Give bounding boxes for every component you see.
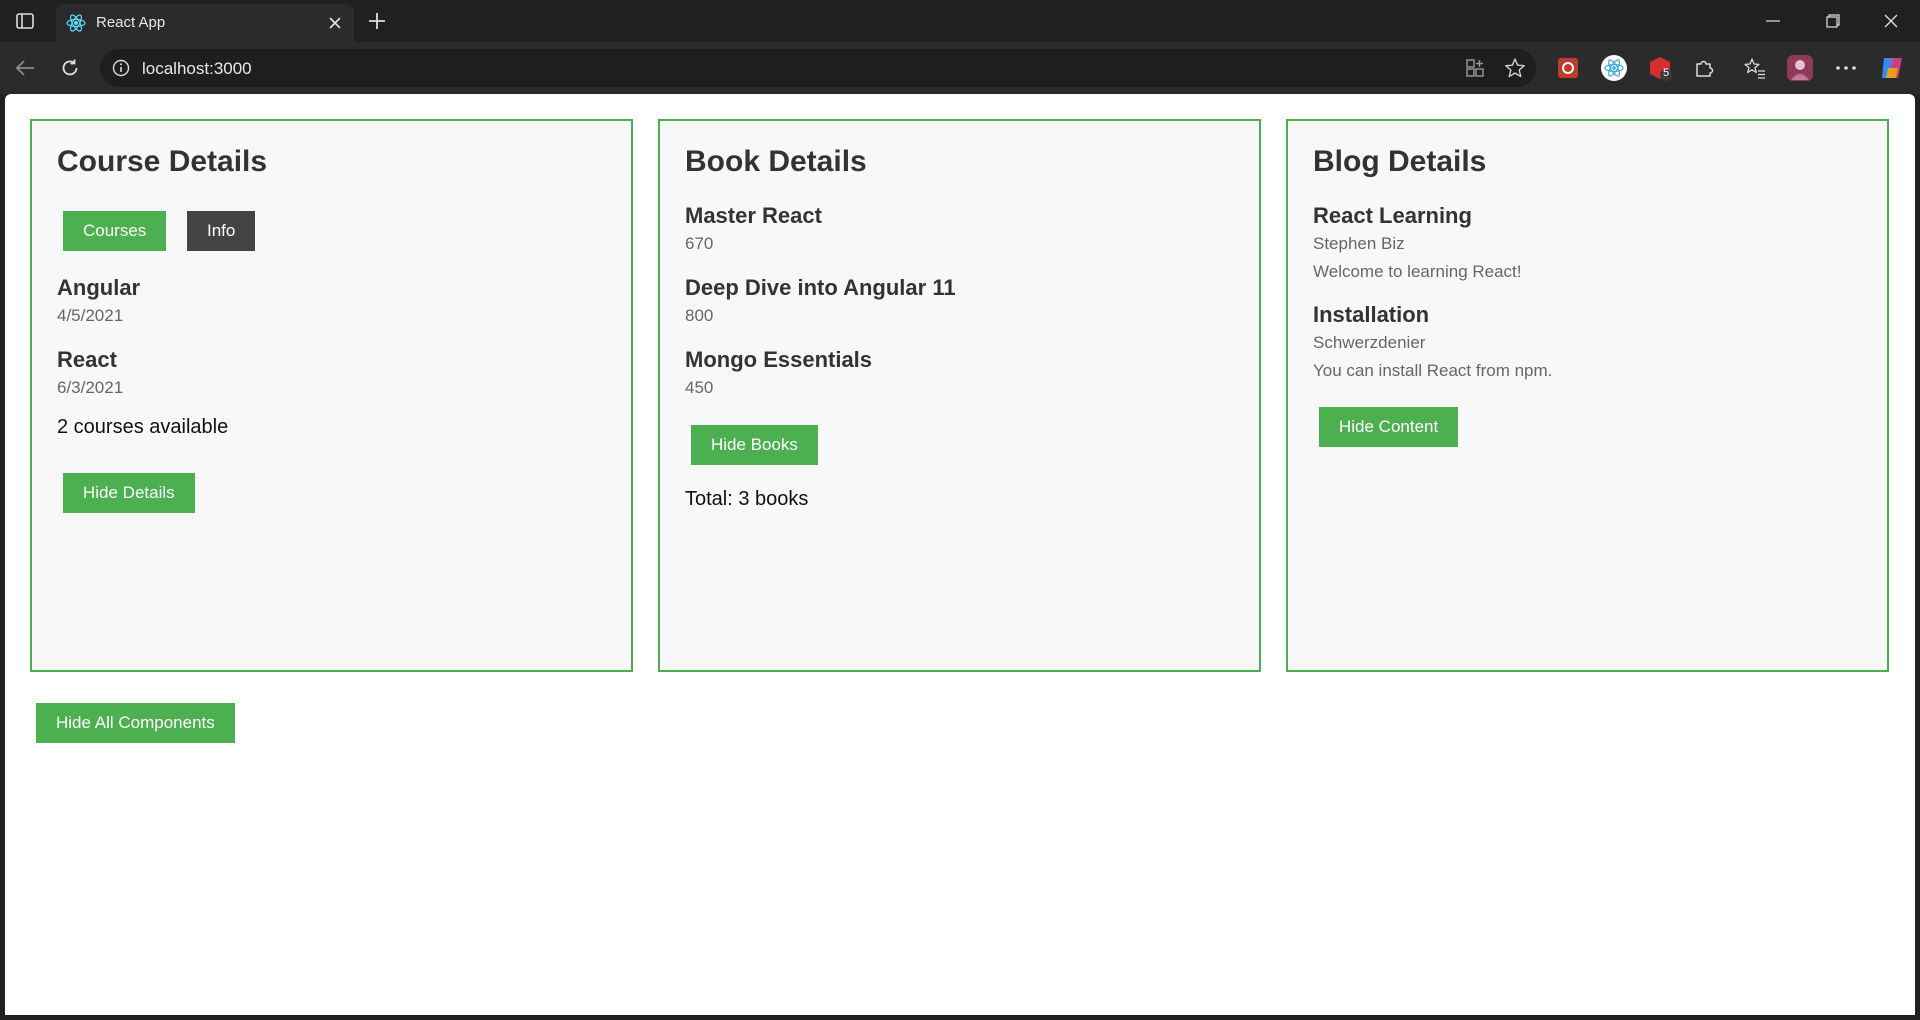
close-tab-icon[interactable] [324, 12, 346, 34]
site-info-icon[interactable] [112, 59, 130, 77]
book-name: Mongo Essentials [685, 347, 873, 372]
blog-post-content: Welcome to learning React! [1313, 262, 1522, 281]
book-panel-title: Book Details [685, 145, 867, 178]
course-name: Angular [57, 275, 141, 300]
back-icon[interactable] [10, 53, 40, 83]
copilot-icon[interactable] [1878, 54, 1906, 82]
info-tab-button[interactable]: Info [187, 211, 256, 251]
react-favicon-icon [66, 13, 86, 33]
extension-red-icon[interactable] [1554, 54, 1582, 82]
course-panel-title: Course Details [57, 145, 268, 178]
blog-post-author: Schwerzdenier [1313, 333, 1426, 352]
tab-bar: React App [0, 0, 1920, 42]
course-date: 4/5/2021 [57, 306, 124, 325]
book-name: Deep Dive into Angular 11 [685, 275, 956, 300]
extension-badge: 5 [1663, 67, 1670, 79]
courses-count-text: 2 courses available [57, 416, 229, 438]
book-price: 670 [685, 234, 714, 253]
tab-actions-icon[interactable] [10, 8, 40, 34]
blog-details-panel: Blog Details React Learning Stephen Biz … [1286, 119, 1889, 672]
course-name: React [57, 347, 117, 372]
address-bar[interactable]: localhost:3000 [100, 49, 1536, 87]
close-window-icon[interactable] [1868, 6, 1914, 36]
extensions-puzzle-icon[interactable] [1690, 54, 1718, 82]
hide-books-button[interactable]: Hide Books [691, 425, 818, 465]
profile-avatar-icon[interactable] [1786, 54, 1814, 82]
book-details-panel: Book Details Master React 670 Deep Dive … [658, 119, 1261, 672]
hide-details-button[interactable]: Hide Details [63, 473, 195, 513]
browser-tab[interactable]: React App [56, 4, 354, 42]
blog-post-title: React Learning [1313, 203, 1472, 228]
page-viewport: Course Details Courses Info Angular 4/5/… [5, 94, 1915, 1015]
blog-panel-title: Blog Details [1313, 145, 1487, 178]
favorite-star-icon[interactable] [1504, 57, 1526, 79]
course-details-panel: Course Details Courses Info Angular 4/5/… [30, 119, 633, 672]
new-tab-icon[interactable] [364, 8, 390, 34]
blog-post-author: Stephen Biz [1313, 234, 1405, 253]
restore-icon[interactable] [1810, 6, 1856, 36]
app-available-icon[interactable] [1464, 57, 1486, 79]
book-name: Master React [685, 203, 822, 228]
blog-post-title: Installation [1313, 302, 1430, 327]
tab-title: React App [96, 14, 166, 31]
adblock-extension-icon[interactable]: 5 [1646, 54, 1674, 82]
books-total-text: Total: 3 books [685, 488, 809, 510]
minimize-icon[interactable] [1750, 6, 1796, 36]
courses-tab-button[interactable]: Courses [63, 211, 167, 251]
more-options-icon[interactable] [1832, 54, 1860, 82]
components-row: Course Details Courses Info Angular 4/5/… [30, 119, 1894, 672]
blog-post-content: You can install React from npm. [1313, 361, 1553, 380]
hide-all-components-button[interactable]: Hide All Components [36, 703, 235, 743]
book-price: 800 [685, 306, 714, 325]
hide-content-button[interactable]: Hide Content [1319, 407, 1459, 447]
react-devtools-icon[interactable] [1600, 54, 1628, 82]
book-price: 450 [685, 378, 714, 397]
browser-toolbar: localhost:3000 5 [0, 42, 1920, 94]
course-date: 6/3/2021 [57, 378, 124, 397]
url-text: localhost:3000 [142, 59, 252, 78]
reload-icon[interactable] [55, 53, 85, 83]
favorites-icon[interactable] [1741, 54, 1769, 82]
